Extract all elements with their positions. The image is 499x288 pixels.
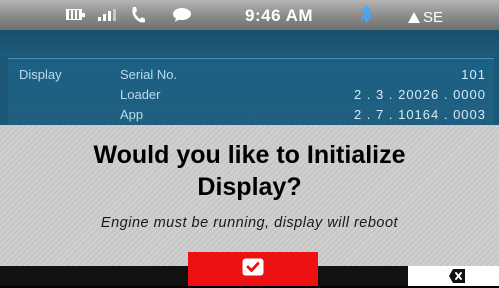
dialog-message: Engine must be running, display will reb… bbox=[100, 215, 399, 231]
app-value: 2 . 7 . 10164 . 0003 bbox=[353, 107, 486, 122]
clock-time: 9:46 AM bbox=[245, 6, 314, 25]
dialog-question-line1: Would you like to Initialize bbox=[93, 141, 406, 169]
app-label: App bbox=[120, 107, 144, 122]
section-label: Display bbox=[19, 67, 62, 82]
serial-value: 101 bbox=[461, 67, 486, 82]
bluetooth-icon bbox=[360, 4, 372, 24]
compass-arrow-icon bbox=[408, 11, 420, 23]
checkmark-icon bbox=[242, 258, 264, 281]
dialog-question-line2: Display? bbox=[197, 173, 302, 201]
phone-icon bbox=[130, 5, 146, 25]
info-header-strip bbox=[0, 30, 499, 57]
battery-icon bbox=[66, 9, 85, 20]
compass-heading: SE bbox=[408, 2, 443, 32]
message-icon bbox=[172, 7, 192, 23]
serial-label: Serial No. bbox=[120, 67, 178, 82]
confirm-dialog: Would you like to Initialize Display? En… bbox=[0, 125, 499, 266]
loader-value: 2 . 3 . 20026 . 0000 bbox=[353, 87, 486, 102]
display-info-panel: Display Serial No. 101 Loader 2 . 3 . 20… bbox=[8, 58, 494, 126]
info-panel-background: Display Serial No. 101 Loader 2 . 3 . 20… bbox=[0, 30, 499, 126]
status-bar: 9:46 AM SE bbox=[0, 0, 499, 30]
cancel-button[interactable] bbox=[408, 266, 499, 286]
confirm-button[interactable] bbox=[188, 252, 318, 286]
loader-label: Loader bbox=[120, 87, 161, 102]
signal-icon bbox=[98, 9, 116, 21]
heading-text: SE bbox=[423, 8, 444, 26]
close-icon bbox=[449, 269, 465, 288]
